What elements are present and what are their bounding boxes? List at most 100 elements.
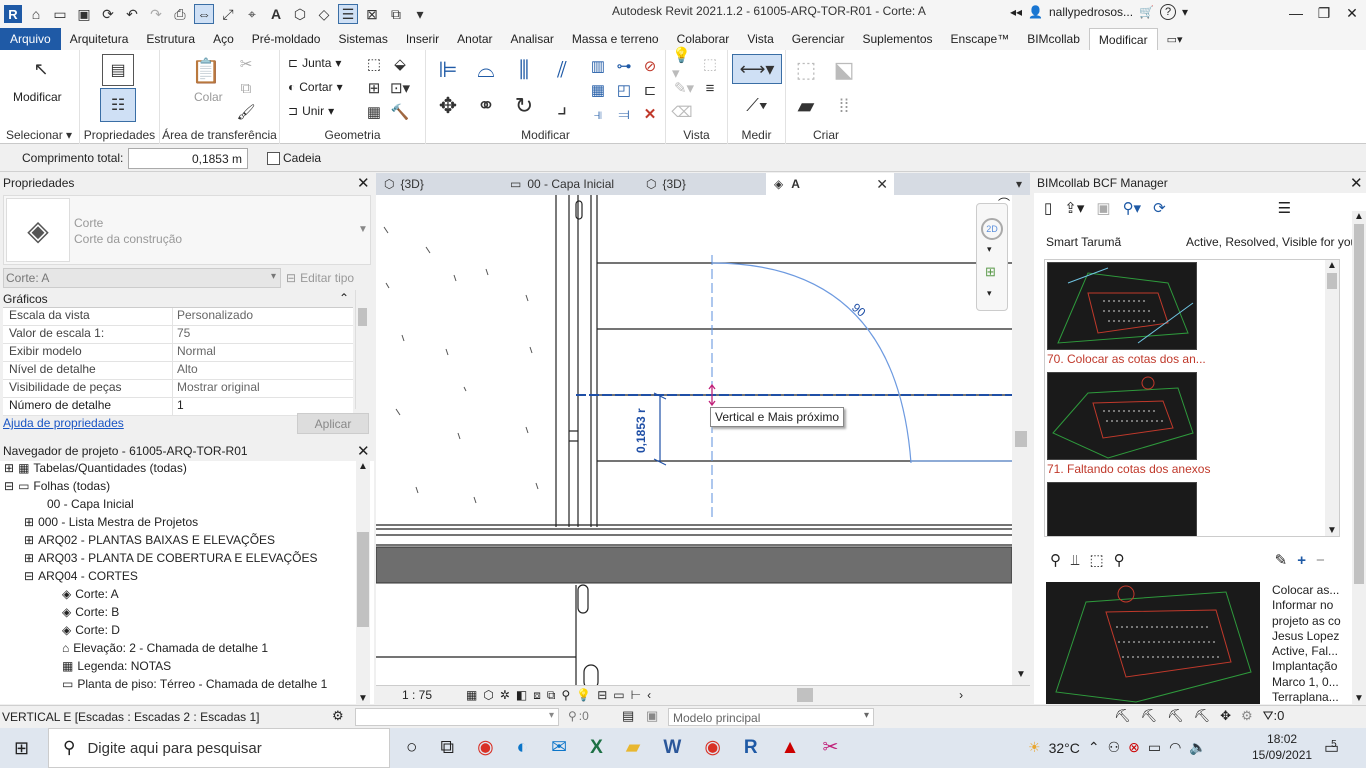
- revit-taskbar-icon[interactable]: R: [744, 737, 758, 759]
- chart-icon[interactable]: ▦: [364, 102, 384, 122]
- tray-vpn-icon[interactable]: ⊗: [1128, 739, 1140, 756]
- doc-tab-3d[interactable]: ⬡ {3D}: [376, 173, 502, 195]
- detail-level-icon[interactable]: ▦: [466, 688, 477, 702]
- section-icon[interactable]: ◇: [314, 4, 334, 24]
- crop-view-icon[interactable]: ⧈: [533, 688, 541, 703]
- constraints-icon[interactable]: ⊢: [631, 688, 641, 702]
- revit-logo-icon[interactable]: R: [4, 5, 22, 23]
- mirror-draw-icon[interactable]: ⫽: [546, 54, 578, 86]
- canvas-scroll-thumb[interactable]: [1015, 431, 1027, 447]
- collapse-node-icon[interactable]: ⊟: [24, 569, 34, 583]
- paste-icon[interactable]: 📋: [190, 54, 222, 88]
- bcf-list-scrollbar[interactable]: ▲ ▼: [1325, 260, 1339, 536]
- tab-inserir[interactable]: Inserir: [397, 28, 448, 50]
- worksets-icon[interactable]: ⚙: [332, 708, 344, 724]
- sync-icon[interactable]: ⟳: [98, 4, 118, 24]
- acrobat-icon[interactable]: ▲: [781, 737, 800, 759]
- thin-lines-icon[interactable]: ☰: [338, 4, 358, 24]
- tab-estrutura[interactable]: Estrutura: [137, 28, 204, 50]
- wall-join-icon[interactable]: ⊞: [364, 78, 384, 98]
- viewcube-corner-icon[interactable]: ⌒: [998, 195, 1010, 212]
- tab-aco[interactable]: Aço: [204, 28, 243, 50]
- print-icon[interactable]: ⎙: [170, 4, 190, 24]
- steering-wheel-icon[interactable]: 2D: [981, 218, 1003, 240]
- override-icon[interactable]: ✎▾: [672, 78, 696, 98]
- import-icon[interactable]: ⇪▾: [1064, 199, 1084, 217]
- measure-icon[interactable]: ⇔: [194, 4, 214, 24]
- array-icon[interactable]: ▦: [588, 80, 608, 100]
- tab-pre-moldado[interactable]: Pré-moldado: [243, 28, 330, 50]
- property-row[interactable]: Nível de detalhe Alto: [3, 362, 353, 380]
- minimize-icon[interactable]: —: [1282, 0, 1310, 26]
- tab-bimcollab[interactable]: BIMcollab: [1018, 28, 1089, 50]
- property-row[interactable]: Escala da vista Personalizado: [3, 308, 353, 326]
- tag-icon[interactable]: ⌖: [242, 4, 262, 24]
- rotate-icon[interactable]: ↻: [508, 90, 540, 122]
- hscroll-right-icon[interactable]: ›: [959, 688, 963, 702]
- hscroll-left-icon[interactable]: ‹: [647, 688, 651, 702]
- user-name[interactable]: nallypedrosos...: [1049, 5, 1133, 19]
- remove-icon[interactable]: −: [1316, 552, 1325, 569]
- copy-element-icon[interactable]: ⚭: [470, 90, 502, 122]
- undo-icon[interactable]: ↶: [122, 4, 142, 24]
- hscroll-thumb[interactable]: [797, 688, 814, 702]
- tab-vista[interactable]: Vista: [738, 28, 782, 50]
- expand-icon[interactable]: ⊞: [24, 533, 34, 547]
- tree-node[interactable]: ⊞ ▦ Tabelas/Quantidades (todas): [4, 461, 187, 475]
- select-underlay-icon[interactable]: ⛏: [1141, 708, 1158, 724]
- tab-arquivo[interactable]: Arquivo: [0, 28, 61, 50]
- issue-title[interactable]: 70. Colocar as cotas dos an...: [1047, 352, 1206, 366]
- connect-icon[interactable]: ⚲▾: [1123, 199, 1142, 217]
- doc-tab-close-icon[interactable]: ✕: [876, 176, 888, 193]
- reveal-hidden-icon[interactable]: 💡: [576, 688, 591, 702]
- wifi-icon[interactable]: ◠: [1169, 739, 1181, 756]
- file-explorer-icon[interactable]: ▰: [626, 736, 641, 759]
- select-links-icon[interactable]: ⛏: [1114, 708, 1131, 724]
- colar-button[interactable]: Colar: [194, 90, 223, 104]
- open-icon[interactable]: ▭: [50, 4, 70, 24]
- pin-icon[interactable]: ⊘: [640, 56, 660, 76]
- design-options-icon[interactable]: ▤: [622, 708, 634, 724]
- modificar-button[interactable]: Modificar: [13, 90, 62, 104]
- hide-icon[interactable]: ⬚: [700, 54, 720, 74]
- canvas-scroll-down-icon[interactable]: ▼: [1016, 669, 1026, 680]
- property-row[interactable]: Valor de escala 1: 75: [3, 326, 353, 344]
- bcf-save-icon[interactable]: ▣: [1096, 199, 1110, 217]
- delete-icon[interactable]: ✕: [640, 104, 660, 124]
- section-drawing[interactable]: [376, 195, 1012, 685]
- tab-modificar[interactable]: Modificar: [1088, 28, 1158, 50]
- tree-node[interactable]: ▦ Legenda: NOTAS: [62, 659, 171, 673]
- edit-type-button[interactable]: ⊟ Editar tipo: [286, 268, 354, 288]
- temp-hide-icon[interactable]: ⚲: [561, 688, 570, 702]
- hammer-icon[interactable]: 🔨: [390, 102, 410, 122]
- level-icon[interactable]: ⫫: [1071, 552, 1079, 569]
- canvas-vertical-scrollbar[interactable]: ▼: [1012, 195, 1030, 685]
- excel-icon[interactable]: X: [590, 737, 603, 759]
- shadows-icon[interactable]: ◧: [516, 688, 527, 702]
- type-selector[interactable]: ◈ Corte Corte da construção ▼: [3, 195, 371, 265]
- graphics-group-header[interactable]: Gráficos ⌃: [3, 290, 353, 308]
- scroll-down-icon[interactable]: ▼: [1325, 525, 1339, 536]
- user-icon[interactable]: 👤: [1028, 5, 1043, 19]
- scale-icon[interactable]: ◰: [614, 80, 634, 100]
- scroll-up-icon[interactable]: ▲: [1325, 260, 1339, 271]
- tree-node[interactable]: ◈ Corte: A: [62, 587, 119, 601]
- scrollbar-thumb[interactable]: [1327, 273, 1337, 289]
- frame-icon[interactable]: ⬚: [1089, 551, 1103, 569]
- cursor-icon[interactable]: ↖: [30, 58, 52, 80]
- word-icon[interactable]: W: [663, 737, 681, 759]
- copy-icon[interactable]: ⧉: [236, 78, 256, 98]
- paint-icon[interactable]: ⬙: [390, 54, 410, 74]
- filter-icon[interactable]: ⛛:0: [1263, 708, 1285, 724]
- bcf-sync-icon[interactable]: ⟳: [1153, 199, 1166, 217]
- redo-icon[interactable]: ↷: [146, 4, 166, 24]
- design-options-icon-2[interactable]: ▣: [646, 708, 658, 724]
- tree-node[interactable]: ⊞ 000 - Lista Mestra de Projetos: [24, 515, 198, 529]
- zoom-icon[interactable]: ⚲: [1050, 551, 1061, 569]
- notifications-icon[interactable]: ▭5: [1324, 738, 1345, 758]
- tab-anotar[interactable]: Anotar: [448, 28, 501, 50]
- clock[interactable]: 18:02 15/09/2021: [1252, 731, 1312, 763]
- bcf-menu-icon[interactable]: ☰: [1278, 199, 1291, 217]
- tab-sistemas[interactable]: Sistemas: [329, 28, 396, 50]
- tray-app-icon[interactable]: ⚇: [1108, 739, 1121, 756]
